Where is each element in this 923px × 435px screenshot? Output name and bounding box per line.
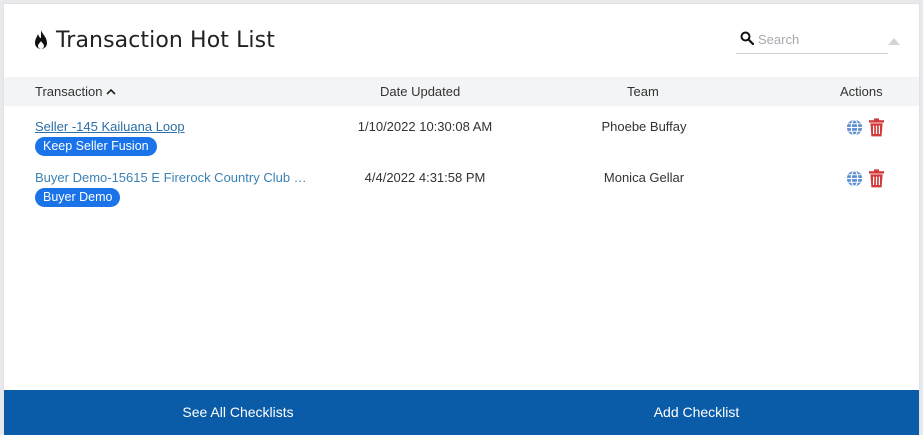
table-row: Buyer Demo-15615 E Firerock Country Club…	[4, 167, 919, 217]
team-cell: Phoebe Buffay	[601, 119, 687, 134]
transaction-link[interactable]: Seller -145 Kailuana Loop	[35, 119, 185, 134]
card-footer: See All Checklists Add Checklist	[4, 390, 919, 435]
globe-icon[interactable]	[846, 119, 863, 136]
column-header-team[interactable]: Team	[627, 84, 659, 99]
column-header-date-updated[interactable]: Date Updated	[380, 84, 460, 99]
scroll-up-caret-icon[interactable]	[888, 38, 900, 45]
transaction-tag-badge[interactable]: Buyer Demo	[35, 188, 121, 207]
globe-icon[interactable]	[846, 170, 863, 187]
transaction-link[interactable]: Buyer Demo-15615 E Firerock Country Club…	[35, 170, 307, 185]
search-icon	[740, 31, 754, 45]
team-cell: Monica Gellar	[603, 170, 685, 185]
column-header-transaction-label: Transaction	[35, 84, 103, 99]
title-group: Transaction Hot List	[32, 28, 275, 53]
add-checklist-button[interactable]: Add Checklist	[472, 390, 921, 435]
table-row: Seller -145 Kailuana Loop Keep Seller Fu…	[4, 116, 919, 166]
see-all-checklists-button[interactable]: See All Checklists	[4, 390, 472, 435]
table-header: Transaction Date Updated Team Actions	[4, 77, 919, 106]
card-header: Transaction Hot List	[4, 4, 919, 77]
trash-icon[interactable]	[868, 118, 885, 137]
page-title: Transaction Hot List	[56, 28, 275, 53]
flame-icon	[35, 29, 47, 49]
search-box[interactable]	[736, 28, 888, 54]
chevron-up-icon	[106, 88, 117, 95]
trash-icon[interactable]	[868, 169, 885, 188]
column-header-transaction[interactable]: Transaction	[35, 84, 117, 99]
search-input[interactable]	[758, 28, 870, 50]
date-updated-cell: 1/10/2022 10:30:08 AM	[357, 119, 493, 134]
hot-list-card: Transaction Hot List Transaction Date Up…	[3, 3, 920, 435]
column-header-actions: Actions	[840, 84, 883, 99]
transaction-tag-badge[interactable]: Keep Seller Fusion	[35, 137, 157, 156]
date-updated-cell: 4/4/2022 4:31:58 PM	[364, 170, 486, 185]
